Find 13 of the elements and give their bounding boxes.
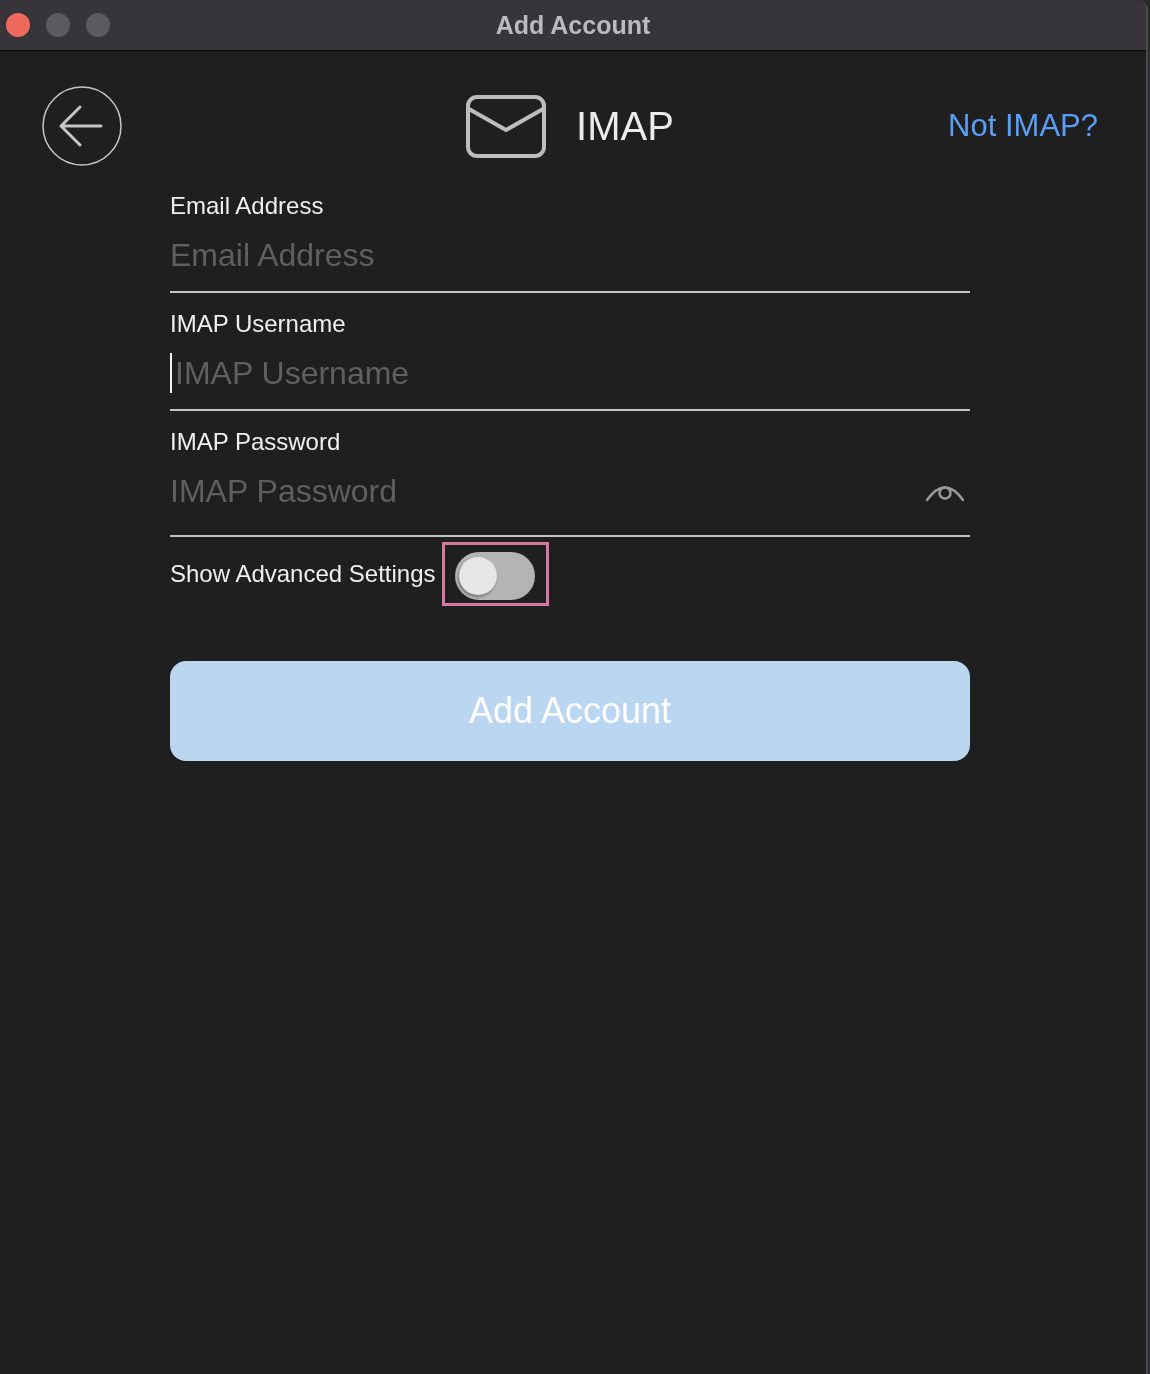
account-type-title: IMAP [576, 103, 674, 149]
switch-type-link[interactable]: Not IMAP? [948, 108, 1098, 144]
email-field[interactable]: Email Address [170, 233, 970, 277]
field-label: IMAP Password [170, 428, 342, 456]
close-button[interactable] [6, 13, 30, 37]
toggle-label: Show Advanced Settings [170, 560, 436, 588]
envelope-icon [466, 94, 547, 158]
field-label: IMAP Username [170, 310, 347, 338]
window-title: Add Account [495, 10, 651, 40]
password-field[interactable]: IMAP Password [170, 469, 925, 513]
toggle-switch[interactable] [454, 552, 535, 600]
text-field[interactable]: IMAP Username [175, 351, 970, 395]
field-label: Email Address [170, 192, 325, 220]
